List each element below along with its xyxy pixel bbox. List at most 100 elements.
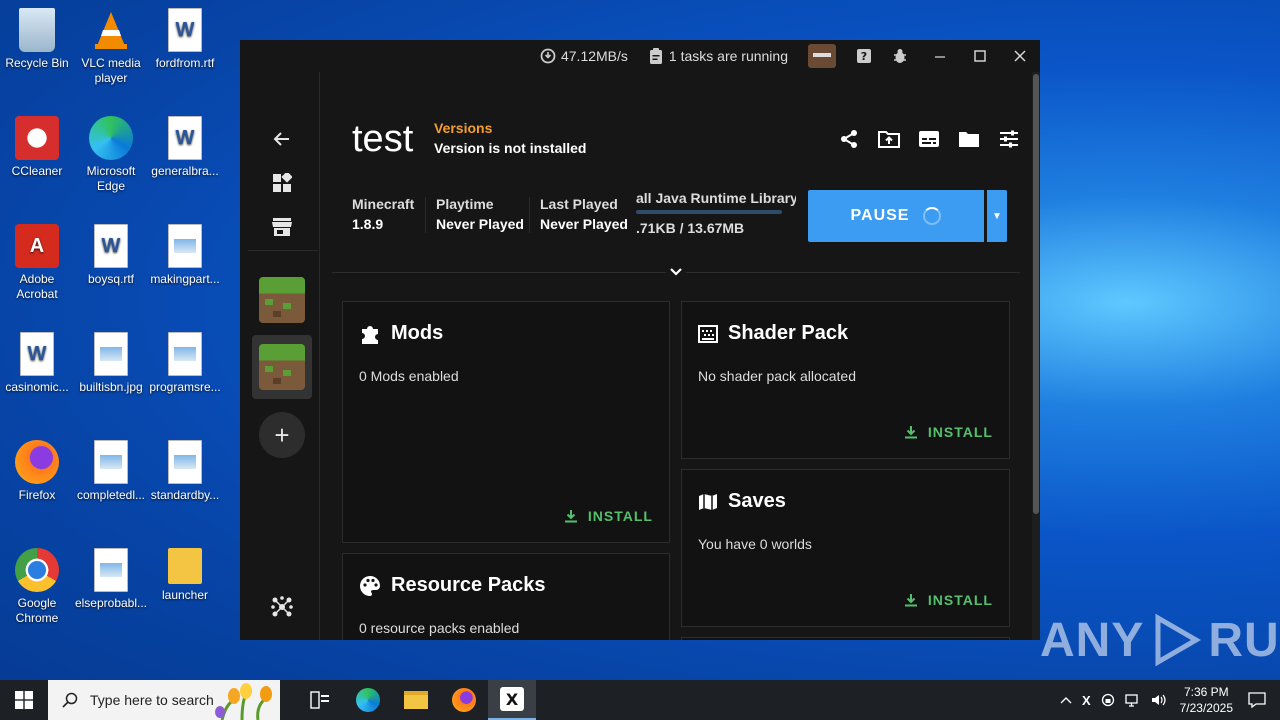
desktop-icon-label: casinomic...	[5, 380, 69, 394]
expand-button[interactable]	[666, 262, 686, 282]
desktop-icon-generalbra[interactable]: W generalbra...	[148, 116, 222, 179]
watermark-right: RUN	[1208, 613, 1280, 667]
saves-title-text: Saves	[728, 490, 786, 512]
grass-block-icon	[259, 277, 305, 323]
download-speed[interactable]: 47.12MB/s	[540, 48, 628, 64]
settings-button[interactable]	[252, 630, 312, 640]
close-button[interactable]	[1000, 40, 1040, 72]
taskbar-launcher[interactable]: X	[488, 680, 536, 720]
start-button[interactable]	[0, 680, 48, 720]
taskbar-file-explorer[interactable]	[392, 680, 440, 720]
download-icon	[904, 426, 917, 439]
tasks-indicator[interactable]: 1 tasks are running	[648, 48, 788, 64]
sidebar-item-multiplayer[interactable]	[252, 586, 312, 628]
report-bug-button[interactable]	[892, 48, 908, 64]
download-icon	[904, 594, 917, 607]
firefox-icon	[452, 688, 476, 712]
desktop-icon-chrome[interactable]: Google Chrome	[0, 548, 74, 626]
shader-icon	[698, 324, 718, 343]
shader-pack-card[interactable]: Shader Pack No shader pack allocated INS…	[681, 301, 1010, 459]
mods-install-button[interactable]: INSTALL	[564, 508, 653, 524]
desktop-icon-builtisbn[interactable]: builtisbn.jpg	[74, 332, 148, 395]
taskbar-edge[interactable]	[344, 680, 392, 720]
minimize-button[interactable]	[920, 40, 960, 72]
tray-overflow-button[interactable]	[1060, 696, 1072, 704]
desktop-icon-launcher[interactable]: launcher	[148, 548, 222, 603]
add-instance-button[interactable]: +	[252, 410, 312, 460]
launcher-app-icon: X	[500, 687, 524, 711]
playtime-info: Playtime Never Played	[436, 194, 524, 234]
download-speed-icon	[540, 48, 556, 64]
firefox-icon	[15, 440, 59, 484]
map-icon	[699, 493, 717, 510]
image-file-icon	[168, 332, 202, 376]
desktop-icon-acrobat[interactable]: A Adobe Acrobat	[0, 224, 74, 302]
loading-spinner-icon	[923, 207, 942, 225]
desktop-icon-label: standardby...	[150, 488, 220, 502]
sidebar-instance-test[interactable]	[252, 335, 312, 399]
folder-upload-icon	[878, 131, 900, 148]
desktop-icon-elseprobabl[interactable]: elseprobabl...	[74, 548, 148, 611]
sidebar-instance-1[interactable]	[252, 268, 312, 332]
edge-icon	[356, 688, 380, 712]
ccleaner-icon	[15, 116, 59, 160]
vlc-cone-icon	[89, 8, 133, 52]
share-button[interactable]	[838, 128, 860, 150]
desktop-icon-recycle-bin[interactable]: Recycle Bin	[0, 8, 74, 71]
store-icon	[272, 218, 292, 236]
tray-volume[interactable]	[1151, 693, 1167, 707]
instance-actions	[838, 128, 1020, 150]
task-view-button[interactable]	[296, 680, 344, 720]
desktop-icon-casinomic[interactable]: W casinomic...	[0, 332, 74, 395]
versions-link[interactable]: Versions	[434, 120, 492, 136]
tray-launcher-icon[interactable]: X	[1082, 693, 1091, 708]
watermark-left: ANY	[1040, 613, 1145, 667]
maximize-button[interactable]	[960, 40, 1000, 72]
saves-install-button[interactable]: INSTALL	[904, 592, 993, 608]
desktop-icon-edge[interactable]: Microsoft Edge	[74, 116, 148, 194]
shader-install-button[interactable]: INSTALL	[904, 424, 993, 440]
notifications-button[interactable]	[1248, 692, 1266, 708]
image-file-icon	[94, 548, 128, 592]
scrollbar-thumb[interactable]	[1033, 74, 1039, 514]
resource-title-text: Resource Packs	[391, 574, 546, 596]
bug-icon	[892, 48, 908, 64]
logs-button[interactable]	[918, 128, 940, 150]
grass-block-icon	[259, 344, 305, 390]
help-button[interactable]: ?	[856, 48, 872, 64]
resource-packs-card[interactable]: Resource Packs 0 resource packs enabled	[342, 553, 670, 640]
shader-desc: No shader pack allocated	[698, 368, 856, 384]
desktop-icon-ccleaner[interactable]: CCleaner	[0, 116, 74, 179]
desktop-icon-vlc[interactable]: VLC media player	[74, 8, 148, 86]
back-button[interactable]	[252, 118, 312, 160]
sidebar-item-dashboard[interactable]	[252, 162, 312, 204]
desktop-icon-programsre[interactable]: programsre...	[148, 332, 222, 395]
mods-card[interactable]: Mods 0 Mods enabled INSTALL	[342, 301, 670, 543]
search-placeholder: Type here to search	[90, 692, 214, 708]
info-separator	[425, 197, 426, 233]
export-button[interactable]	[878, 128, 900, 150]
task-progress-bar	[636, 210, 782, 214]
user-avatar-button[interactable]	[808, 44, 836, 68]
desktop-icon-standardby[interactable]: standardby...	[148, 440, 222, 503]
saves-card[interactable]: Saves You have 0 worlds INSTALL	[681, 469, 1010, 627]
desktop-icon-makingpart[interactable]: makingpart...	[148, 224, 222, 287]
tray-network-status[interactable]	[1101, 693, 1115, 707]
desktop-icon-firefox[interactable]: Firefox	[0, 440, 74, 503]
clock-time: 7:36 PM	[1183, 685, 1229, 699]
desktop-icon-fordfrom[interactable]: W fordfrom.rtf	[148, 8, 222, 71]
sidebar-item-store[interactable]	[252, 206, 312, 248]
launch-options-dropdown[interactable]: ▼	[987, 190, 1007, 242]
taskbar-clock[interactable]: 7:36 PM 7/23/2025	[1180, 684, 1233, 716]
subtitles-icon	[919, 131, 939, 147]
taskbar-search[interactable]: Type here to search	[48, 680, 280, 720]
open-folder-button[interactable]	[958, 128, 980, 150]
instance-settings-button[interactable]	[998, 128, 1020, 150]
tray-network[interactable]	[1124, 693, 1141, 707]
scrollbar[interactable]	[1032, 72, 1040, 640]
pause-label: PAUSE	[850, 207, 910, 224]
pause-button[interactable]: PAUSE	[808, 190, 984, 242]
taskbar-firefox[interactable]	[440, 680, 488, 720]
desktop-icon-boysq[interactable]: W boysq.rtf	[74, 224, 148, 287]
desktop-icon-completedl[interactable]: completedl...	[74, 440, 148, 503]
